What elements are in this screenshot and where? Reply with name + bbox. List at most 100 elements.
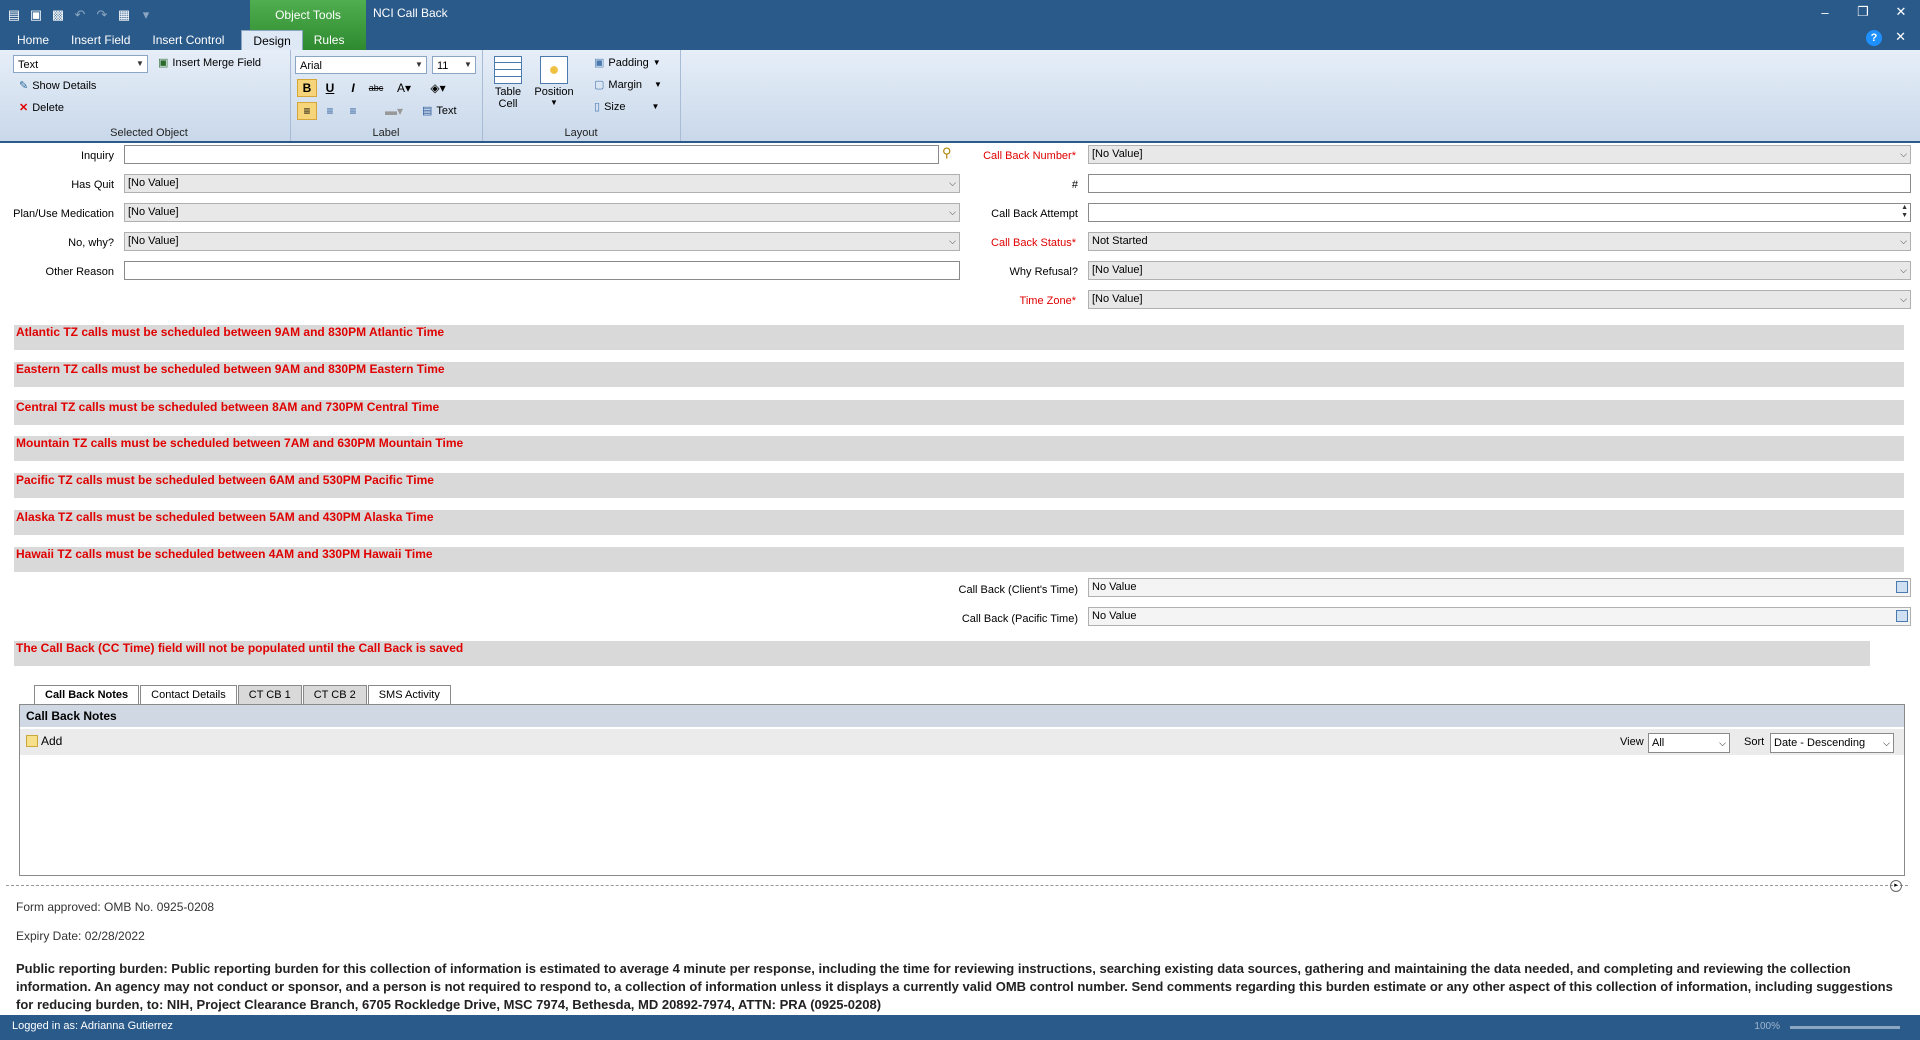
table-cell-button[interactable]: Table Cell xyxy=(486,54,530,120)
delete-icon: ✕ xyxy=(19,102,29,114)
font-color-icon[interactable]: A▾ xyxy=(390,79,418,97)
save-icon[interactable]: ▣ xyxy=(28,7,44,23)
hash-input[interactable] xyxy=(1088,174,1911,193)
group-label-layout: Layout xyxy=(564,127,598,139)
sort-select[interactable]: Date - Descending ⌵ xyxy=(1770,733,1894,753)
tab-ct-cb-2[interactable]: CT CB 2 xyxy=(302,685,367,705)
help-icon[interactable]: ? xyxy=(1866,30,1882,46)
minimize-button[interactable]: – xyxy=(1806,0,1844,24)
italic-icon[interactable]: I xyxy=(343,79,363,97)
border-style-icon[interactable]: ▬▾ xyxy=(380,102,408,120)
save-close-icon[interactable]: ▩ xyxy=(50,7,66,23)
inquiry-input[interactable] xyxy=(124,145,939,164)
close-button[interactable]: ✕ xyxy=(1882,0,1920,24)
align-left-icon[interactable]: ≡ xyxy=(297,102,317,120)
sort-label: Sort xyxy=(1744,736,1765,748)
notice-hawaii: Hawaii TZ calls must be scheduled betwee… xyxy=(14,547,1904,572)
chevron-down-icon: ⌵ xyxy=(1883,738,1890,748)
position-button[interactable]: Position ▼ xyxy=(532,54,576,120)
chevron-down-icon: ⌵ xyxy=(1900,265,1907,275)
calendar-icon[interactable] xyxy=(1896,581,1908,593)
zoom-slider[interactable] xyxy=(1790,1026,1900,1029)
expand-icon[interactable]: ▸ xyxy=(1890,880,1902,892)
tab-rules[interactable]: Rules xyxy=(303,30,356,50)
call-back-client-time-picker[interactable]: No Value xyxy=(1088,578,1911,597)
spinner-icon[interactable]: ▲ ▼ xyxy=(1901,204,1908,220)
call-back-number-select[interactable]: [No Value] ⌵ xyxy=(1088,145,1911,164)
label-plan-use-medication: Plan/Use Medication xyxy=(13,208,114,220)
restore-button[interactable]: ❐ xyxy=(1844,0,1882,24)
calendar-icon[interactable] xyxy=(1896,610,1908,622)
ribbon: Text ▼ ▣ Insert Merge Field ✎ Show Detai… xyxy=(0,50,1920,143)
chevron-down-icon: ▼ xyxy=(136,59,144,68)
tab-insert-control[interactable]: Insert Control xyxy=(141,30,235,50)
tab-contact-details[interactable]: Contact Details xyxy=(140,685,237,705)
search-icon[interactable]: ⚲ xyxy=(942,145,952,161)
plan-use-medication-select[interactable]: [No Value] ⌵ xyxy=(124,203,960,222)
undo-icon[interactable]: ↶ xyxy=(72,7,88,23)
chevron-down-icon: ⌵ xyxy=(1900,149,1907,159)
burden-statement: Public reporting burden: Public reportin… xyxy=(16,961,1893,1012)
fill-color-icon[interactable]: ◈▾ xyxy=(424,79,452,97)
details-icon: ✎ xyxy=(19,80,29,92)
label-no-why: No, why? xyxy=(68,237,114,249)
insert-merge-field-button[interactable]: ▣ Insert Merge Field xyxy=(158,56,261,70)
tab-insert-field[interactable]: Insert Field xyxy=(60,30,141,50)
label-other-reason: Other Reason xyxy=(45,266,114,278)
group-layout: Table Cell Position ▼ ▣ Padding ▼ ▢ Marg… xyxy=(482,50,681,141)
padding-button[interactable]: ▣ Padding ▼ xyxy=(594,56,661,70)
has-quit-select[interactable]: [No Value] ⌵ xyxy=(124,174,960,193)
customize-icon[interactable]: ▾ xyxy=(138,7,154,23)
merge-field-icon: ▣ xyxy=(158,57,169,69)
group-label-selected-object: Selected Object xyxy=(110,127,188,139)
group-label-label: Label xyxy=(372,127,400,139)
font-size-select[interactable]: 11 ▼ xyxy=(432,56,476,74)
show-details-button[interactable]: ✎ Show Details xyxy=(19,79,96,93)
chevron-down-icon: ⌵ xyxy=(1719,738,1726,748)
tab-sms-activity[interactable]: SMS Activity xyxy=(367,685,451,705)
call-back-attempt-stepper[interactable]: ▲ ▼ xyxy=(1088,203,1911,222)
label-call-back-pacific-time: Call Back (Pacific Time) xyxy=(961,613,1078,625)
status-bar: Logged in as: Adrianna Gutierrez 100% xyxy=(0,1015,1920,1040)
position-icon xyxy=(540,56,568,84)
expiry-date-text: Expiry Date: 02/28/2022 xyxy=(16,929,145,943)
tab-home[interactable]: Home xyxy=(6,30,60,50)
preview-icon[interactable]: ▦ xyxy=(116,7,132,23)
window-controls: – ❐ ✕ xyxy=(1806,0,1920,24)
font-family-select[interactable]: Arial ▼ xyxy=(295,56,427,74)
panel-title: Call Back Notes xyxy=(20,705,1904,727)
view-select[interactable]: All ⌵ xyxy=(1648,733,1730,753)
text-button[interactable]: ▤ Text xyxy=(422,104,457,118)
object-type-select[interactable]: Text ▼ xyxy=(13,55,148,73)
align-right-icon[interactable]: ≡ xyxy=(343,102,363,120)
label-hash: # xyxy=(1071,179,1078,191)
notice-alaska: Alaska TZ calls must be scheduled betwee… xyxy=(14,510,1904,535)
redo-icon[interactable]: ↷ xyxy=(94,7,110,23)
underline-icon[interactable]: U xyxy=(320,79,340,97)
tab-design[interactable]: Design xyxy=(241,30,303,52)
notice-cc-time: The Call Back (CC Time) field will not b… xyxy=(14,641,1870,666)
time-zone-select[interactable]: [No Value] ⌵ xyxy=(1088,290,1911,309)
text-format-icon: ▤ xyxy=(422,105,433,117)
call-back-status-select[interactable]: Not Started ⌵ xyxy=(1088,232,1911,251)
quick-access-toolbar: ▤ ▣ ▩ ↶ ↷ ▦ ▾ xyxy=(6,4,154,26)
size-button[interactable]: ▯ Size ▼ xyxy=(594,100,659,114)
notice-eastern: Eastern TZ calls must be scheduled betwe… xyxy=(14,362,1904,387)
why-refusal-select[interactable]: [No Value] ⌵ xyxy=(1088,261,1911,280)
label-inquiry: Inquiry xyxy=(80,150,114,162)
notice-atlantic: Atlantic TZ calls must be scheduled betw… xyxy=(14,325,1904,350)
bold-icon[interactable]: B xyxy=(297,79,317,97)
ribbon-tabs: Home Insert Field Insert Control Design … xyxy=(6,30,356,52)
delete-button[interactable]: ✕ Delete xyxy=(19,101,64,115)
call-back-pacific-time-picker[interactable]: No Value xyxy=(1088,607,1911,626)
margin-button[interactable]: ▢ Margin ▼ xyxy=(594,78,662,92)
close-document-icon[interactable]: ✕ xyxy=(1895,29,1906,45)
other-reason-input[interactable] xyxy=(124,261,960,280)
tab-ct-cb-1[interactable]: CT CB 1 xyxy=(237,685,302,705)
app-menu-icon[interactable]: ▤ xyxy=(6,7,22,23)
strikethrough-icon[interactable]: abc xyxy=(366,79,386,97)
add-note-button[interactable]: Add xyxy=(26,734,62,748)
no-why-select[interactable]: [No Value] ⌵ xyxy=(124,232,960,251)
tab-call-back-notes[interactable]: Call Back Notes xyxy=(34,685,140,706)
align-center-icon[interactable]: ≡ xyxy=(320,102,340,120)
